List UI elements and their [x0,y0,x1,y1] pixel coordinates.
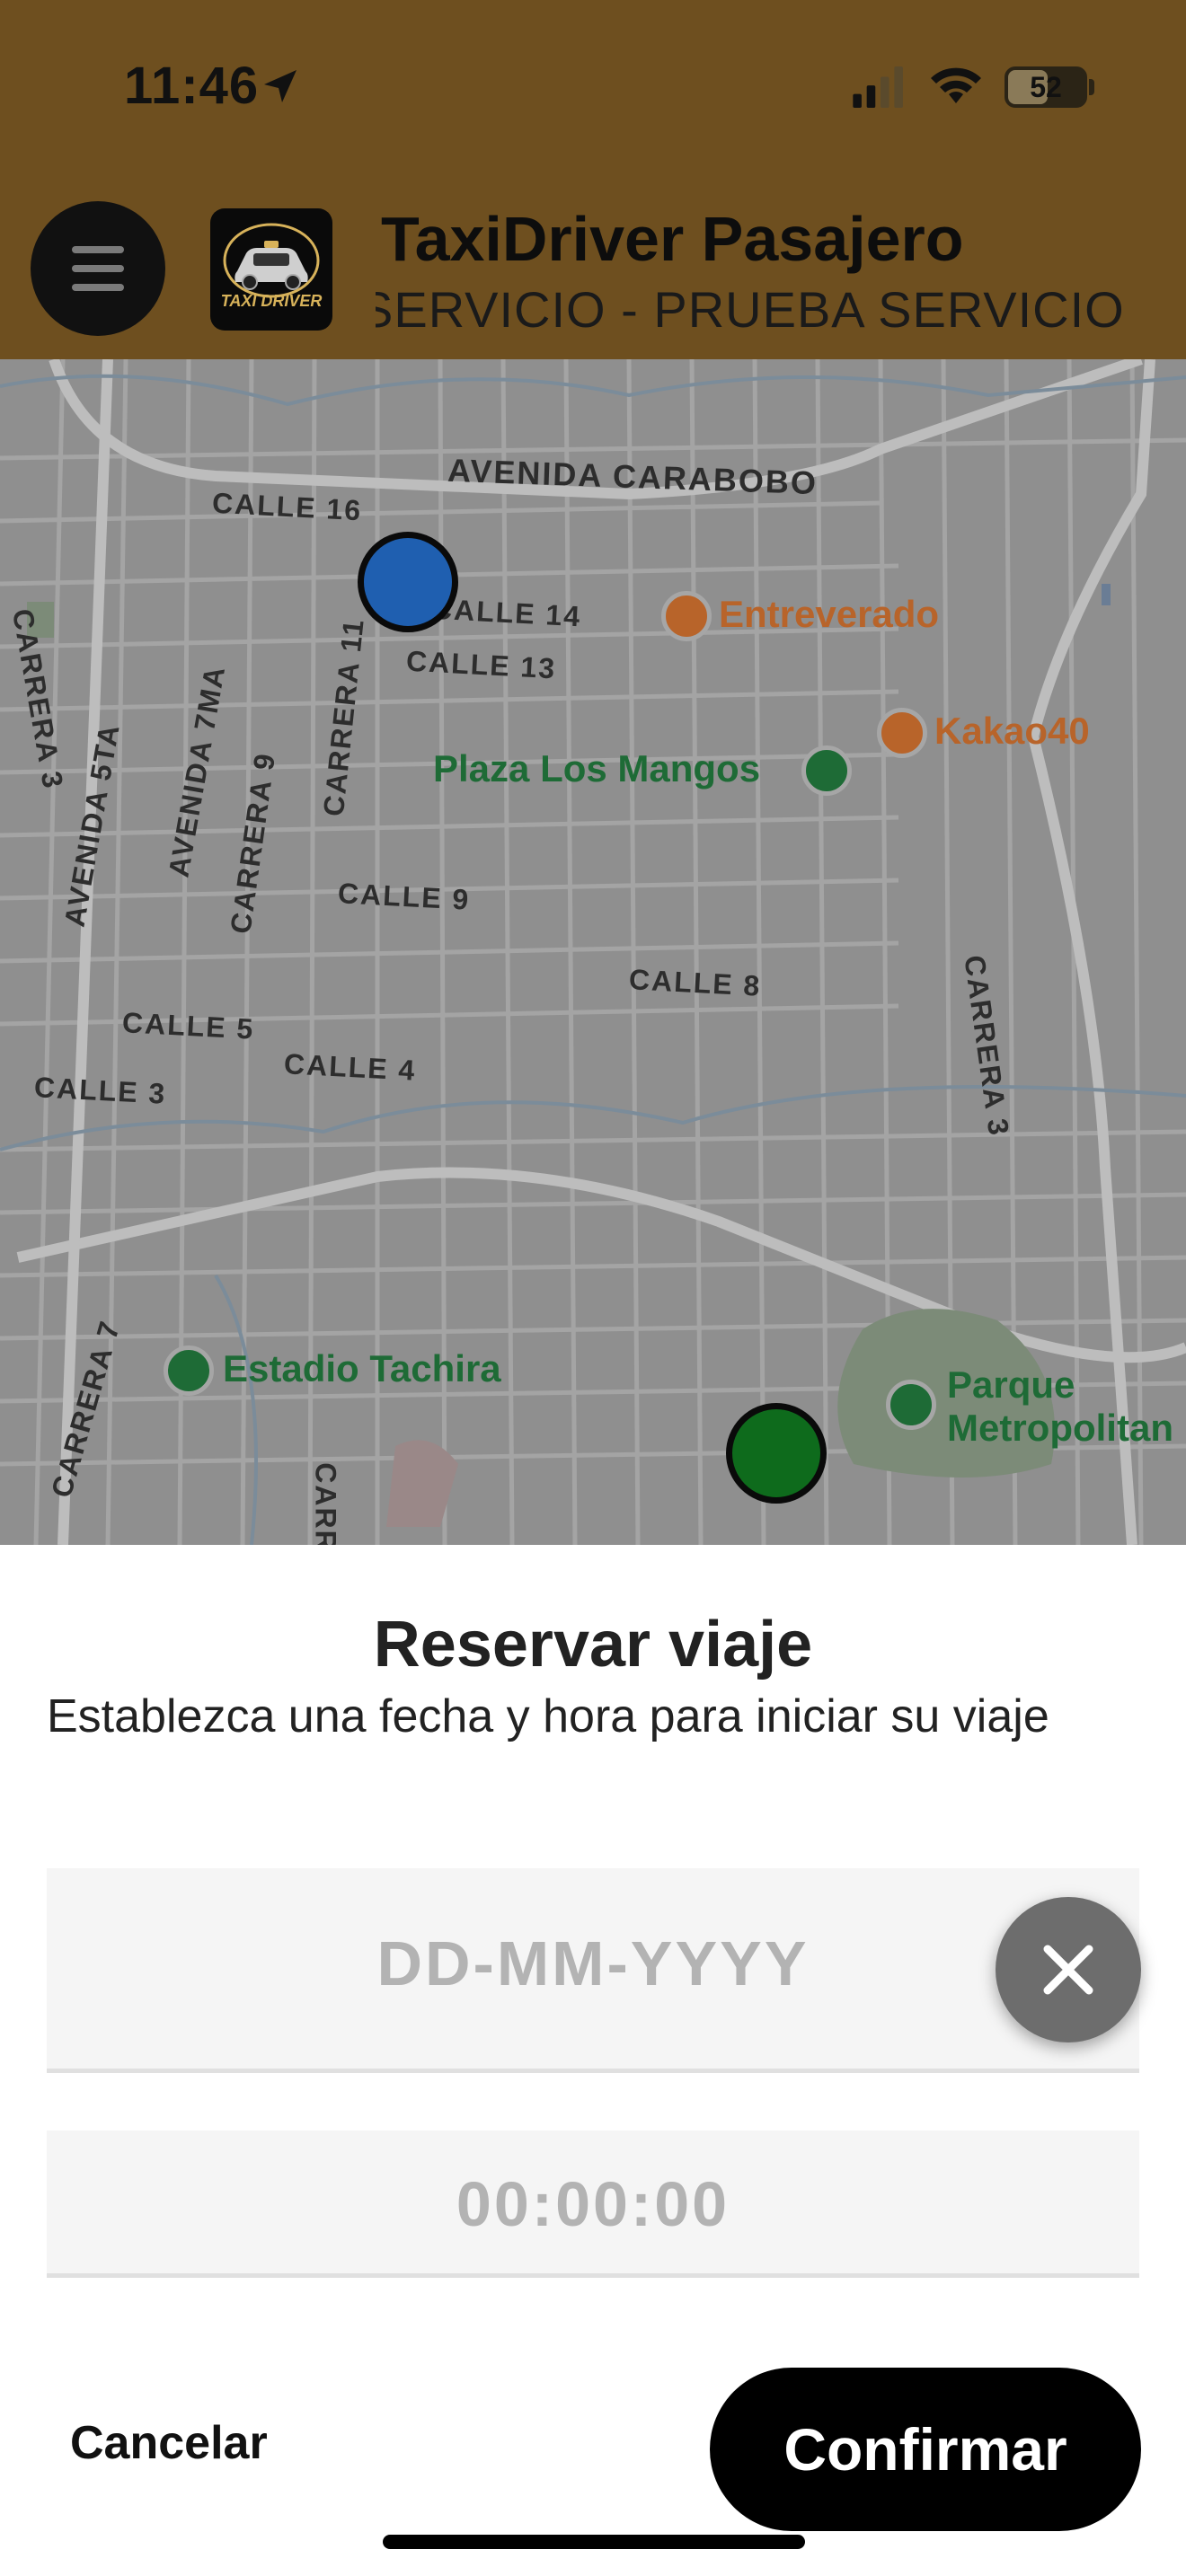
status-bar: 11:46 52 [0,0,1186,171]
time-placeholder: 00:00:00 [456,2169,730,2239]
app-header: 11:46 52 TAXI DRIVER TaxiDriver Pasajero… [0,0,1186,359]
service-marquee: SERVICIO - PRUEBA SERVICIO [376,280,1139,348]
time-field[interactable]: 00:00:00 [47,2130,1139,2278]
date-placeholder: DD-MM-YYYY [376,1928,810,1998]
cancel-button[interactable]: Cancelar [70,2416,268,2470]
app-title: TaxiDriver Pasajero [381,204,964,274]
service-subtitle: SERVICIO - PRUEBA SERVICIO [376,281,1125,338]
hamburger-icon [72,246,124,253]
sheet-subtitle: Establezca una fecha y hora para iniciar… [47,1690,1049,1742]
battery-percent: 52 [1030,71,1062,103]
wifi-icon [931,67,981,103]
home-indicator [383,2535,805,2549]
date-field[interactable]: DD-MM-YYYY [47,1868,1139,2073]
menu-button[interactable] [31,201,165,336]
status-time: 11:46 [124,57,260,115]
map-view[interactable]: AVENIDA CARABOBO CALLE 16 CALLE 14 CALLE… [0,359,1186,1545]
hamburger-icon-line [72,265,124,272]
hamburger-icon-line [72,284,124,291]
logo-text: TAXI DRIVER [220,292,323,310]
cellular-signal-icon [853,66,903,108]
sheet-title: Reservar viaje [373,1609,813,1681]
taxi-car-icon [223,223,320,298]
close-icon [1043,1945,1093,1995]
confirm-button[interactable]: Confirmar [710,2368,1141,2531]
battery-cap [1089,79,1094,95]
location-arrow-icon [264,70,296,102]
map-overlay [0,359,1186,1545]
app-logo: TAXI DRIVER [210,208,332,331]
battery-icon: 52 [1005,66,1087,108]
clear-date-button[interactable] [996,1897,1141,2042]
